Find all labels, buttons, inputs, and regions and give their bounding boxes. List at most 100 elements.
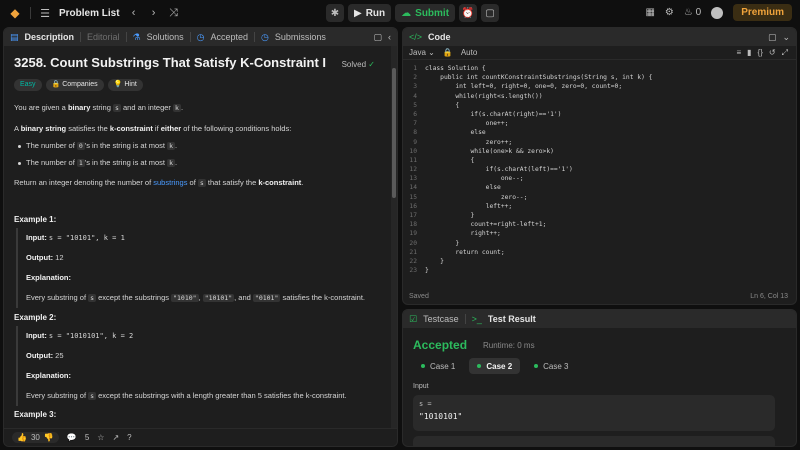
collapse-icon[interactable]: ⌄ [782, 32, 790, 43]
companies-label: Companies [62, 81, 98, 88]
comment-icon[interactable]: 💬 [67, 433, 77, 442]
line-number: 17 [409, 212, 417, 219]
cursor-position: Ln 6, Col 13 [750, 293, 788, 300]
example-1-output: Output: 12 [26, 253, 64, 263]
fullscreen-icon[interactable]: ⤢ [782, 48, 788, 58]
run-button[interactable]: ▶ Run [348, 4, 392, 22]
timer-button[interactable]: ⏰ [459, 4, 478, 22]
explanation-label: Explanation: [26, 371, 72, 380]
tab-solutions[interactable]: Solutions [147, 32, 184, 42]
chevron-left-icon[interactable]: ‹ [128, 7, 140, 19]
test-tabs: ☑ Testcase >_ Test Result [403, 310, 796, 328]
example-1-title: Example 1: [14, 215, 57, 224]
difficulty-badge: Easy [14, 79, 42, 91]
braces-icon[interactable]: {} [758, 48, 763, 58]
debug-button[interactable]: ✱ [326, 4, 344, 22]
example-2-explanation-label: Explanation: [26, 371, 71, 381]
code-text: public int countKConstraintSubstrings(St… [425, 74, 653, 82]
scrollbar[interactable] [391, 46, 397, 446]
code-line: 17 } [403, 211, 796, 220]
help-icon[interactable]: ? [127, 433, 131, 442]
leetcode-logo-icon[interactable]: ◆ [8, 6, 22, 20]
text: Return an integer denoting the number of [14, 178, 154, 187]
text: 's in the string is at most [84, 141, 168, 150]
condition-zeros: The number of 0's in the string is at mo… [26, 141, 177, 151]
streak-counter[interactable]: ♨ 0 [684, 7, 701, 18]
code-text: return count; [425, 248, 505, 256]
chevron-right-icon[interactable]: › [148, 7, 160, 19]
code-text: class Solution { [425, 65, 486, 72]
thumbs-up-icon[interactable]: 👍 [17, 433, 27, 442]
submit-label: Submit [415, 7, 450, 19]
tab-accepted[interactable]: Accepted [211, 32, 249, 42]
code-line: 20 } [403, 239, 796, 248]
inline-code: 1 [76, 159, 85, 167]
code-line: 5 { [403, 101, 796, 110]
description-footer: 👍 30 👎 💬 5 ☆ ↗ ? [4, 428, 397, 446]
scrollbar-thumb[interactable] [392, 68, 396, 198]
collapse-left-icon[interactable]: ‹ [388, 32, 391, 42]
inline-code: s [88, 294, 97, 302]
tab-testcase[interactable]: Testcase [423, 314, 459, 324]
case-tab-1[interactable]: Case 1 [413, 358, 463, 374]
line-number: 18 [409, 221, 417, 229]
code-line: 19 right++; [403, 229, 796, 238]
substrings-link[interactable]: substrings [153, 178, 187, 187]
maximize-icon[interactable]: ▢ [768, 32, 777, 43]
solved-status: Solved ✓ [342, 60, 375, 70]
code-header: </> Code ▢ ⌄ [403, 28, 796, 46]
submit-button[interactable]: ☁ Submit [395, 4, 456, 22]
text: satisfies the k-constraint. [280, 293, 366, 302]
hint-tag[interactable]: 💡 Hint [107, 79, 143, 91]
thumbs-down-icon[interactable]: 👎 [44, 433, 54, 442]
comment-count: 5 [84, 433, 90, 442]
tab-test-result[interactable]: Test Result [488, 314, 536, 324]
explanation-label: Explanation: [26, 273, 72, 282]
lock-icon: 🔒 [51, 81, 61, 88]
reset-icon[interactable]: ↺ [769, 48, 776, 58]
avatar[interactable] [711, 6, 724, 19]
share-icon[interactable]: ↗ [112, 433, 119, 442]
code-editor[interactable]: 1 class Solution {2 public int countKCons… [403, 64, 796, 275]
companies-tag[interactable]: 🔒 Companies [45, 79, 104, 91]
runtime: Runtime: 0 ms [483, 341, 535, 350]
case-tab-2[interactable]: Case 2 [469, 358, 521, 374]
code-line: 9 zero++; [403, 138, 796, 147]
line-number: 13 [409, 175, 417, 183]
code-text: } [425, 267, 429, 275]
case-tab-3[interactable]: Case 3 [526, 358, 576, 374]
save-status: Saved [409, 293, 429, 300]
line-number: 23 [409, 267, 417, 275]
problem-list-icon[interactable]: ☰ [39, 7, 51, 20]
tab-description[interactable]: Description [25, 32, 75, 42]
input-label: Input [413, 383, 429, 390]
code-text: one--; [425, 175, 524, 183]
layout-grid-icon[interactable]: ▦ [645, 7, 654, 18]
example-2-input: Input: s = "1010101", k = 2 [26, 331, 133, 341]
bookmark-icon[interactable]: ▮ [747, 48, 751, 58]
shuffle-icon[interactable]: ⤨ [168, 7, 180, 20]
condition-ones: The number of 1's in the string is at mo… [26, 158, 177, 168]
premium-button[interactable]: Premium [733, 4, 792, 21]
notes-button[interactable]: ▢ [481, 4, 500, 22]
auto-mode[interactable]: Auto [461, 48, 477, 57]
input-display: s = "1010101" [413, 395, 775, 431]
line-number: 2 [413, 74, 417, 82]
tab-submissions[interactable]: Submissions [275, 32, 326, 42]
cloud-upload-icon: ☁ [401, 7, 412, 19]
maximize-icon[interactable]: ▢ [373, 32, 382, 43]
description-tabs: ▤ Description Editorial ⚗ Solutions ◷ Ac… [4, 28, 397, 46]
text: and an integer [120, 103, 174, 112]
example-2-output: Output: 25 [26, 351, 64, 361]
gear-icon[interactable]: ⚙ [665, 7, 674, 18]
code-line: 12 if(s.charAt(left)=='1') [403, 165, 796, 174]
language-select[interactable]: Java ⌄ [409, 48, 435, 57]
case-label: Case 3 [543, 361, 569, 371]
tab-code[interactable]: Code [428, 32, 451, 42]
problem-list-link[interactable]: Problem List [59, 8, 120, 19]
tab-editorial[interactable]: Editorial [87, 32, 120, 42]
input-display-2 [413, 436, 775, 446]
star-icon[interactable]: ☆ [97, 433, 104, 442]
list-icon[interactable]: ≡ [736, 48, 741, 58]
example-2-title: Example 2: [14, 313, 57, 322]
